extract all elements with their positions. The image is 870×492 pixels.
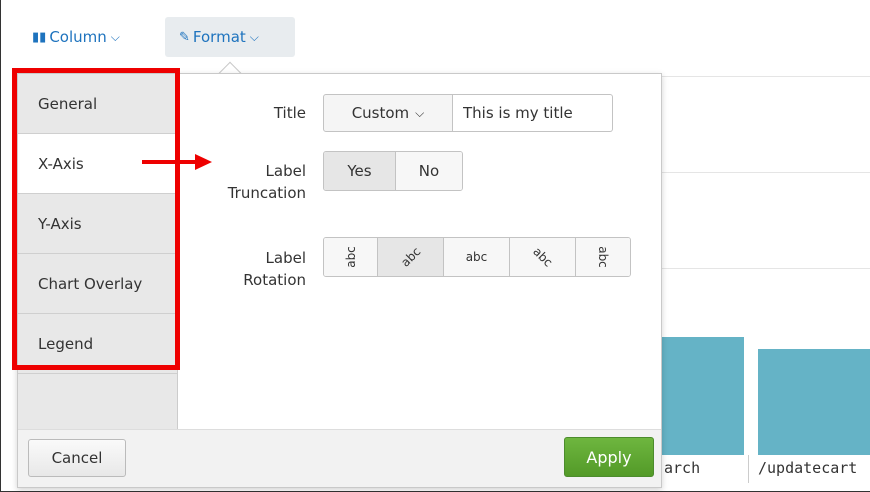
title-input[interactable]: [453, 94, 613, 132]
bar-chart-icon: ▮▮: [32, 29, 47, 45]
truncation-label: Label Truncation: [228, 160, 306, 204]
chart-gridline: [660, 76, 870, 77]
apply-button[interactable]: Apply: [564, 437, 654, 477]
truncation-label-line1: Label: [265, 162, 306, 180]
format-dropdown[interactable]: ✎ Format ⌵: [165, 17, 295, 57]
annotation-arrow-shaft: [142, 160, 197, 164]
chevron-down-icon: ⌵: [249, 29, 259, 44]
rotation-90-text: abc: [595, 246, 610, 268]
title-label: Title: [273, 104, 306, 122]
truncation-yes-button[interactable]: Yes: [324, 152, 396, 190]
chart-gridline: [660, 172, 870, 173]
chevron-down-icon: ⌵: [415, 105, 425, 120]
format-label: Format: [192, 28, 246, 46]
rotation-neg45-text: abc: [397, 244, 424, 270]
rotation-option-neg45[interactable]: abc: [378, 238, 444, 276]
rotation-option-90[interactable]: abc: [576, 238, 630, 276]
popover-footer: Cancel Apply: [18, 429, 661, 487]
x-axis-tick: [748, 455, 749, 483]
annotation-highlight-box: [12, 68, 180, 370]
rotation-label-line2: Rotation: [243, 271, 306, 289]
annotation-arrow-icon: [195, 154, 212, 170]
rotation-option-neg90[interactable]: abc: [324, 238, 378, 276]
rotation-option-0[interactable]: abc: [444, 238, 510, 276]
column-label: Column: [49, 28, 107, 46]
x-axis-label: /updatecart: [758, 459, 858, 477]
rotation-selector: abc abc abc abc abc: [323, 237, 631, 277]
rotation-neg90-text: abc: [343, 246, 358, 268]
chevron-down-icon: ⌵: [110, 29, 120, 44]
column-dropdown[interactable]: ▮▮ Column ⌵: [18, 17, 134, 57]
chart-gridline: [660, 268, 870, 269]
rotation-0-text: abc: [465, 250, 488, 264]
rotation-45-text: abc: [529, 244, 556, 270]
cancel-button[interactable]: Cancel: [28, 439, 126, 477]
truncation-label-line2: Truncation: [227, 184, 306, 202]
truncation-no-button[interactable]: No: [396, 152, 462, 190]
chart-bar: [758, 349, 870, 455]
rotation-label-line1: Label: [265, 249, 306, 267]
rotation-label: Label Rotation: [243, 247, 306, 291]
rotation-option-45[interactable]: abc: [510, 238, 576, 276]
truncation-toggle: Yes No: [323, 151, 463, 191]
chart-bar: [660, 337, 744, 455]
brush-icon: ✎: [179, 29, 190, 45]
title-mode-value: Custom: [351, 104, 410, 122]
x-axis-label: arch: [664, 459, 701, 477]
title-mode-select[interactable]: Custom ⌵: [323, 94, 453, 132]
